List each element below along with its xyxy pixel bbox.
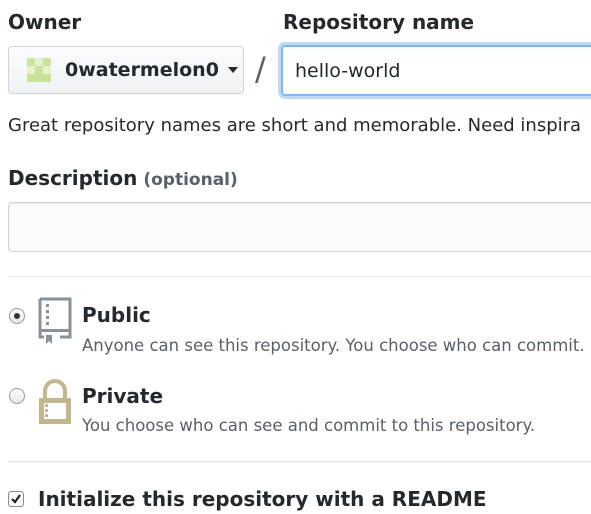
public-radio[interactable] [9, 308, 25, 324]
private-radio[interactable] [9, 388, 25, 404]
description-label-text: Description [8, 166, 138, 190]
private-title: Private [82, 384, 164, 408]
divider [8, 276, 591, 277]
repository-name-hint: Great repository names are short and mem… [8, 115, 582, 136]
owner-select-button[interactable]: 0watermelon0 [8, 46, 244, 94]
description-label: Description (optional) [8, 166, 238, 190]
new-repository-form: Owner Repository name 0watermelon0 / Gre… [0, 0, 591, 514]
avatar [27, 58, 51, 82]
owner-repo-separator: / [255, 50, 266, 88]
checkmark-icon [11, 494, 21, 504]
initialize-readme-checkbox[interactable] [8, 491, 24, 507]
caret-down-icon [227, 67, 238, 73]
description-input[interactable] [8, 202, 591, 252]
repo-icon [38, 297, 72, 344]
repository-name-input[interactable] [281, 45, 591, 96]
owner-name: 0watermelon0 [65, 59, 219, 81]
divider [8, 461, 591, 462]
owner-label: Owner [8, 10, 82, 34]
public-description: Anyone can see this repository. You choo… [82, 336, 585, 355]
private-description: You choose who can see and commit to thi… [82, 416, 536, 435]
initialize-readme-label[interactable]: Initialize this repository with a README [38, 487, 487, 511]
public-title: Public [82, 303, 151, 327]
lock-icon [39, 379, 71, 424]
optional-note: (optional) [143, 170, 238, 190]
repository-name-label: Repository name [283, 10, 475, 34]
